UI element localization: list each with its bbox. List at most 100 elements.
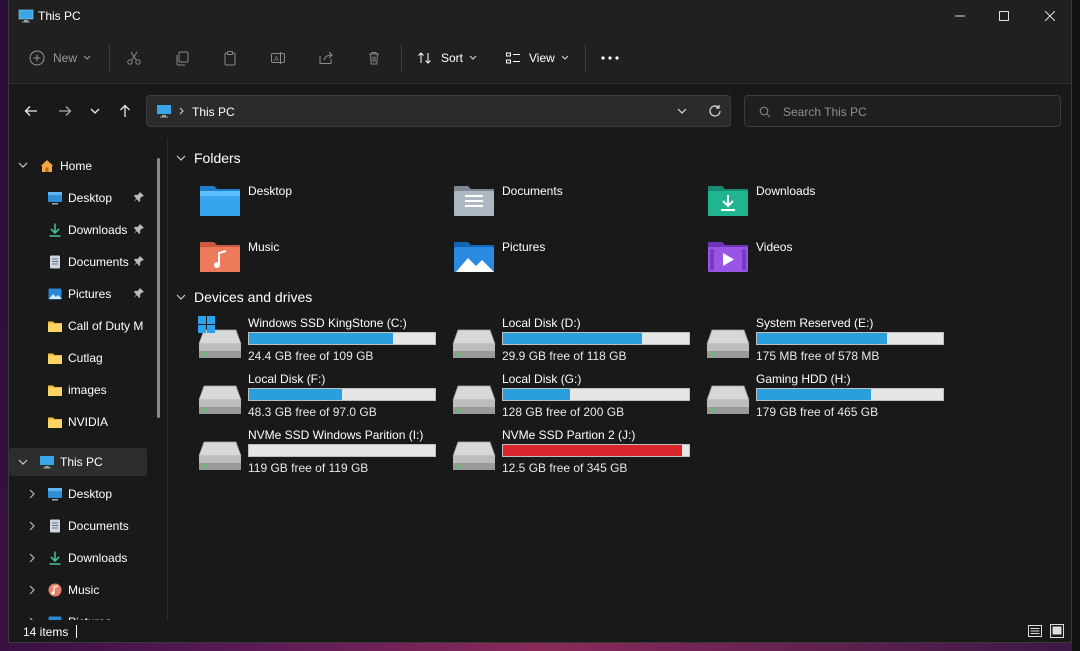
delete-button[interactable] — [366, 32, 382, 84]
chevron-down-icon[interactable] — [18, 459, 28, 465]
folder-icon — [48, 321, 62, 332]
folder-label: Videos — [756, 240, 793, 254]
copy-button[interactable] — [174, 32, 190, 84]
folder-videos[interactable]: Videos — [706, 238, 946, 282]
address-bar[interactable]: This PC — [146, 95, 731, 127]
hard-drive-icon — [452, 385, 496, 414]
folder-pictures[interactable]: Pictures — [452, 238, 692, 282]
drive-free-space: 175 MB free of 578 MB — [756, 349, 880, 363]
sidebar-item-pc-pictures[interactable]: Pictures — [9, 608, 149, 620]
sidebar-item-desktop[interactable]: Desktop — [9, 184, 149, 212]
sidebar-item-pc-downloads[interactable]: Downloads — [9, 544, 149, 572]
paste-button[interactable] — [222, 32, 238, 84]
chevron-right-icon[interactable] — [29, 489, 35, 499]
sidebar-item-cutlag[interactable]: Cutlag — [9, 344, 149, 372]
chevron-right-icon[interactable] — [29, 553, 35, 563]
sidebar-item-label: Call of Duty M — [68, 319, 144, 333]
minimize-button[interactable] — [937, 0, 983, 32]
window-title: This PC — [38, 9, 81, 23]
sidebar-item-pc-documents[interactable]: Documents — [9, 512, 149, 540]
sidebar-item-this-pc[interactable]: This PC — [9, 448, 147, 476]
sidebar-item-label: Cutlag — [68, 351, 103, 365]
sidebar-item-label: Documents — [68, 519, 129, 533]
drive-free-space: 24.4 GB free of 109 GB — [248, 349, 374, 363]
sidebar-item-label: Desktop — [68, 191, 113, 205]
folders-section-header[interactable]: Folders — [176, 150, 241, 166]
sidebar-item-pc-desktop[interactable]: Desktop — [9, 480, 149, 508]
cut-button[interactable] — [126, 32, 142, 84]
chevron-right-icon[interactable] — [29, 521, 35, 531]
chevron-down-icon — [83, 55, 91, 60]
sidebar-item-downloads[interactable]: Downloads — [9, 216, 149, 244]
downloads-icon — [49, 551, 61, 565]
folder-desktop[interactable]: Desktop — [198, 182, 438, 226]
sidebar-item-images[interactable]: images — [9, 376, 149, 404]
folder-label: Downloads — [756, 184, 816, 198]
pin-icon — [134, 256, 144, 266]
drive-item[interactable]: System Reserved (E:) 175 MB free of 578 M… — [706, 316, 956, 366]
forward-button[interactable] — [53, 100, 77, 122]
search-box[interactable] — [744, 95, 1061, 127]
details-view-icon[interactable] — [1027, 623, 1043, 639]
drive-usage-bar — [248, 444, 436, 457]
music-icon — [48, 583, 62, 597]
sidebar-item-call-of-duty-m[interactable]: Call of Duty M — [9, 312, 149, 340]
plus-circle-icon — [29, 50, 45, 66]
pictures-folder-icon — [454, 242, 494, 272]
drive-item[interactable]: Gaming HDD (H:) 179 GB free of 465 GB — [706, 372, 956, 422]
view-button[interactable]: View — [505, 32, 569, 84]
sidebar-item-label: Documents — [68, 255, 129, 269]
chevron-right-icon[interactable] — [29, 585, 35, 595]
rename-icon: A — [271, 52, 285, 64]
folder-icon — [48, 417, 62, 428]
drive-item[interactable]: Local Disk (F:) 48.3 GB free of 97.0 GB — [198, 372, 448, 422]
rename-button[interactable]: A — [270, 32, 286, 84]
drive-item[interactable]: NVMe SSD Windows Parition (I:) 119 GB fre… — [198, 428, 448, 478]
sidebar-item-label: Music — [68, 583, 100, 597]
folders-title: Folders — [194, 150, 241, 166]
more-options-button[interactable] — [601, 32, 619, 84]
paste-icon — [224, 51, 236, 66]
copy-icon — [176, 51, 189, 66]
close-button[interactable] — [1027, 0, 1071, 32]
folder-music[interactable]: Music — [198, 238, 438, 282]
chevron-down-icon[interactable] — [677, 108, 687, 114]
drives-section-header[interactable]: Devices and drives — [176, 289, 312, 305]
sidebar-item-pc-music[interactable]: Music — [9, 576, 149, 604]
sort-button[interactable]: Sort — [417, 32, 477, 84]
downloads-icon — [49, 223, 61, 237]
tiles-view-icon[interactable] — [1049, 623, 1065, 639]
arrow-up-icon — [120, 104, 130, 117]
sidebar-item-home[interactable]: Home — [9, 152, 149, 180]
back-button[interactable] — [19, 100, 43, 122]
up-button[interactable] — [113, 100, 137, 122]
view-label: View — [529, 51, 555, 65]
sidebar-item-nvidia[interactable]: NVIDIA — [9, 408, 149, 436]
folder-downloads[interactable]: Downloads — [706, 182, 946, 226]
title-bar: This PC — [9, 0, 1071, 32]
drive-item[interactable]: NVMe SSD Partion 2 (J:) 12.5 GB free of 3… — [452, 428, 702, 478]
search-input[interactable] — [781, 104, 1045, 120]
drive-item[interactable]: Windows SSD KingStone (C:) 24.4 GB free o… — [198, 316, 448, 366]
desktop-icon — [48, 192, 62, 205]
sidebar-item-label: Downloads — [68, 223, 128, 237]
drive-item[interactable]: Local Disk (D:) 29.9 GB free of 118 GB — [452, 316, 702, 366]
refresh-icon[interactable] — [708, 104, 722, 118]
hard-drive-icon — [706, 385, 750, 414]
sidebar-item-label: Pictures — [68, 287, 112, 301]
maximize-button[interactable] — [981, 0, 1027, 32]
sidebar-item-documents[interactable]: Documents — [9, 248, 149, 276]
sidebar-scrollbar[interactable] — [157, 158, 160, 418]
recent-locations-button[interactable] — [83, 100, 107, 122]
drive-item[interactable]: Local Disk (G:) 128 GB free of 200 GB — [452, 372, 702, 422]
folder-label: Music — [248, 240, 280, 254]
sidebar-item-pictures[interactable]: Pictures — [9, 280, 149, 308]
folder-documents[interactable]: Documents — [452, 182, 692, 226]
drives-title: Devices and drives — [194, 289, 313, 305]
chevron-down-icon[interactable] — [18, 162, 28, 168]
chevron-right-icon — [179, 107, 184, 115]
new-button[interactable]: New — [29, 32, 91, 84]
hard-drive-icon — [452, 329, 496, 358]
sidebar-item-label: This PC — [60, 455, 103, 469]
share-button[interactable] — [318, 32, 334, 84]
